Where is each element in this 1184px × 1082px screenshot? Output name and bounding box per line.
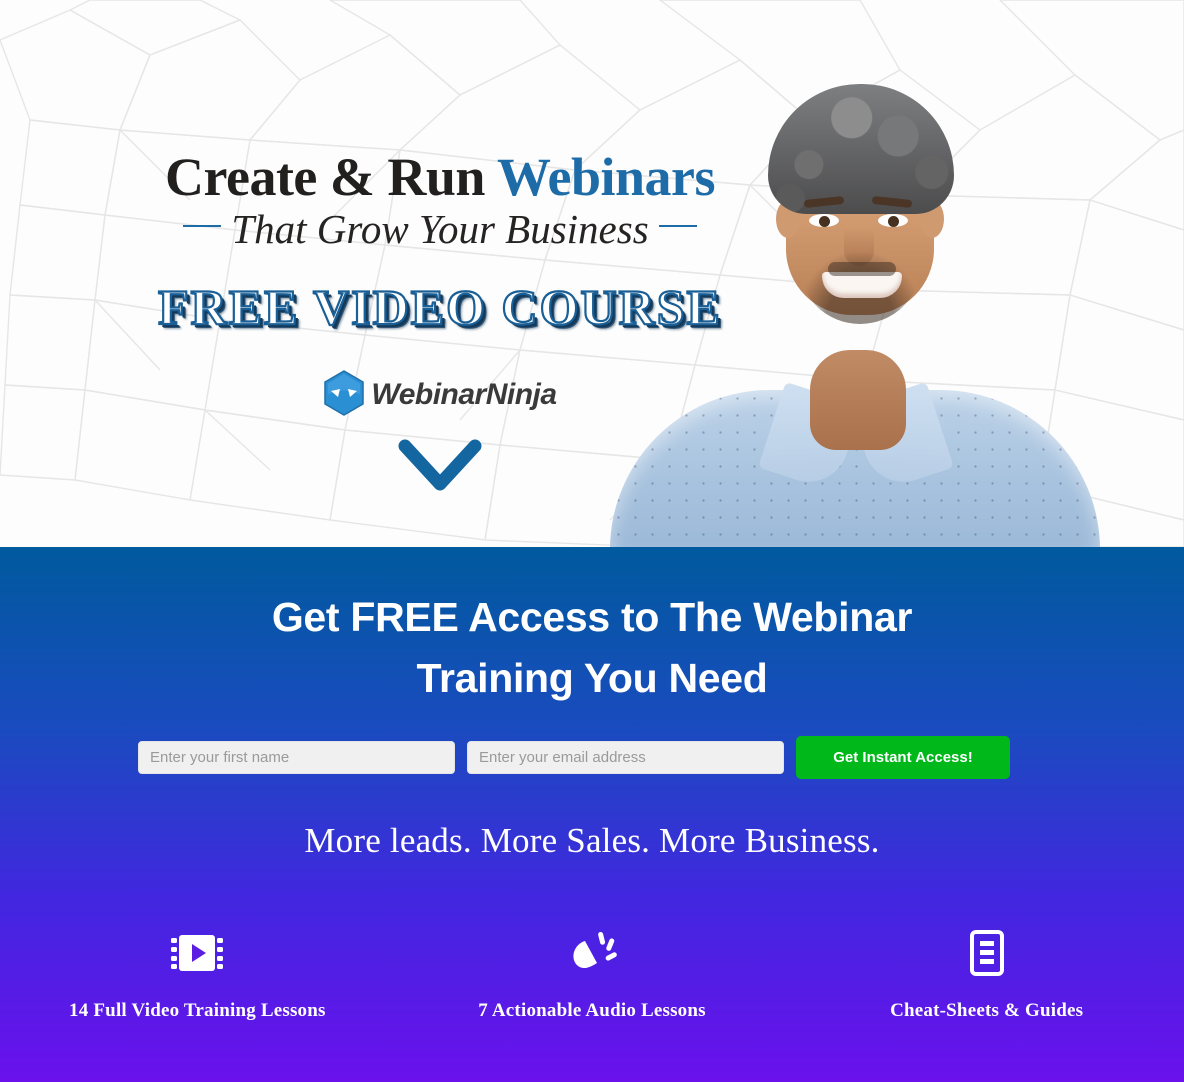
feature-label: Cheat-Sheets & Guides bbox=[890, 1000, 1084, 1021]
signup-form: Get Instant Access! bbox=[138, 736, 1046, 781]
hero-photo-man bbox=[600, 0, 1184, 547]
cta-heading: Get FREE Access to The Webinar Training … bbox=[0, 587, 1184, 708]
cta-heading-line-2: Training You Need bbox=[416, 654, 768, 701]
chevron-down-icon[interactable] bbox=[397, 438, 483, 494]
first-name-input[interactable] bbox=[138, 741, 455, 774]
mustache bbox=[828, 262, 896, 276]
feature-label: 14 Full Video Training Lessons bbox=[69, 1000, 326, 1021]
feature-item-video: 14 Full Video Training Lessons bbox=[0, 922, 395, 1022]
hair bbox=[768, 84, 954, 214]
megaphone-audio-icon bbox=[395, 922, 790, 984]
film-strip-play-icon bbox=[0, 922, 395, 984]
cta-section: Get FREE Access to The Webinar Training … bbox=[0, 547, 1184, 1082]
hero-section: Create & Run Webinars That Grow Your Bus… bbox=[0, 0, 1184, 547]
document-lines-icon bbox=[789, 922, 1184, 984]
feature-item-audio: 7 Actionable Audio Lessons bbox=[395, 922, 790, 1022]
neck bbox=[810, 350, 906, 450]
cta-heading-line-1: Get FREE Access to The Webinar bbox=[271, 594, 913, 640]
headline-text-primary: Create & Run bbox=[164, 147, 497, 207]
feature-label: 7 Actionable Audio Lessons bbox=[478, 1000, 706, 1021]
landing-page: Create & Run Webinars That Grow Your Bus… bbox=[0, 0, 1184, 1082]
features-row: 14 Full Video Training Lessons 7 Actiona… bbox=[0, 922, 1184, 1022]
rule-left bbox=[183, 225, 222, 227]
pupil-right bbox=[888, 216, 899, 227]
pupil-left bbox=[819, 216, 830, 227]
email-input[interactable] bbox=[467, 741, 784, 774]
get-instant-access-button[interactable]: Get Instant Access! bbox=[796, 736, 1010, 779]
hexagon-ninja-icon bbox=[323, 370, 365, 416]
cta-tagline: More leads. More Sales. More Business. bbox=[304, 821, 880, 860]
feature-item-guides: Cheat-Sheets & Guides bbox=[789, 922, 1184, 1022]
logo-wordmark: WebinarNinja bbox=[371, 378, 557, 411]
subheadline-text: That Grow Your Business bbox=[231, 206, 649, 252]
